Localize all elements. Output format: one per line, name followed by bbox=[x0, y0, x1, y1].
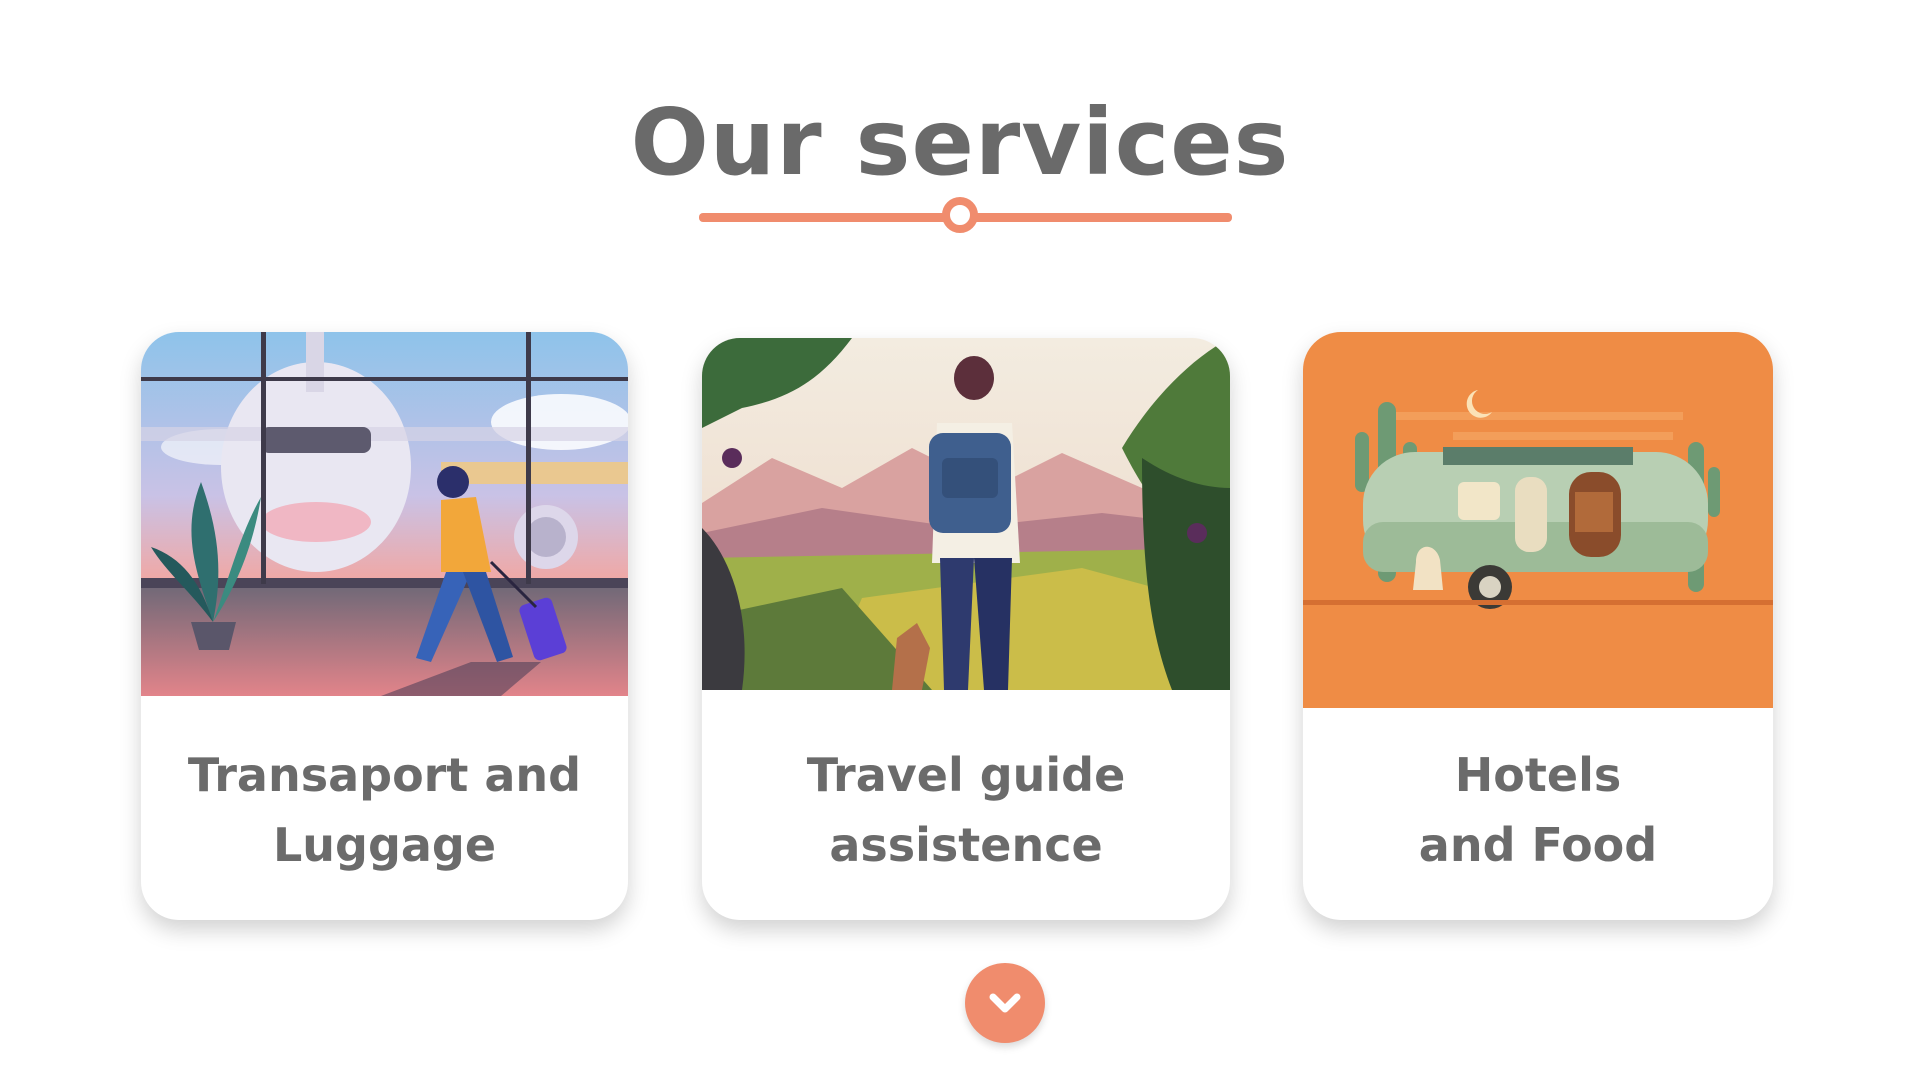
label-line: Travel guide bbox=[806, 748, 1126, 802]
label-line: Transaport and bbox=[187, 748, 582, 802]
title-divider bbox=[699, 197, 1232, 237]
divider-ring bbox=[942, 197, 978, 233]
label-line: Luggage bbox=[272, 818, 497, 872]
hiker-landscape-illustration bbox=[702, 338, 1230, 690]
section-title: Our services bbox=[630, 89, 1290, 196]
camper-trailer-desert-illustration bbox=[1303, 332, 1773, 708]
label-line: assistence bbox=[829, 818, 1103, 872]
label-line: and Food bbox=[1418, 818, 1658, 872]
service-card-transport[interactable]: Transaport and Luggage bbox=[141, 332, 628, 920]
service-label-guide: Travel guide assistence bbox=[702, 740, 1230, 880]
service-card-guide[interactable]: Travel guide assistence bbox=[702, 338, 1230, 920]
service-label-hotels: Hotels and Food bbox=[1303, 740, 1773, 880]
scroll-down-button[interactable] bbox=[965, 963, 1045, 1043]
service-card-hotels[interactable]: Hotels and Food bbox=[1303, 332, 1773, 920]
service-label-transport: Transaport and Luggage bbox=[141, 740, 628, 880]
label-line: Hotels bbox=[1454, 748, 1622, 802]
airport-traveler-illustration bbox=[141, 332, 628, 696]
chevron-down-icon bbox=[989, 993, 1021, 1013]
services-section: Our services Transaport and Luggage Trav… bbox=[0, 0, 1920, 1080]
